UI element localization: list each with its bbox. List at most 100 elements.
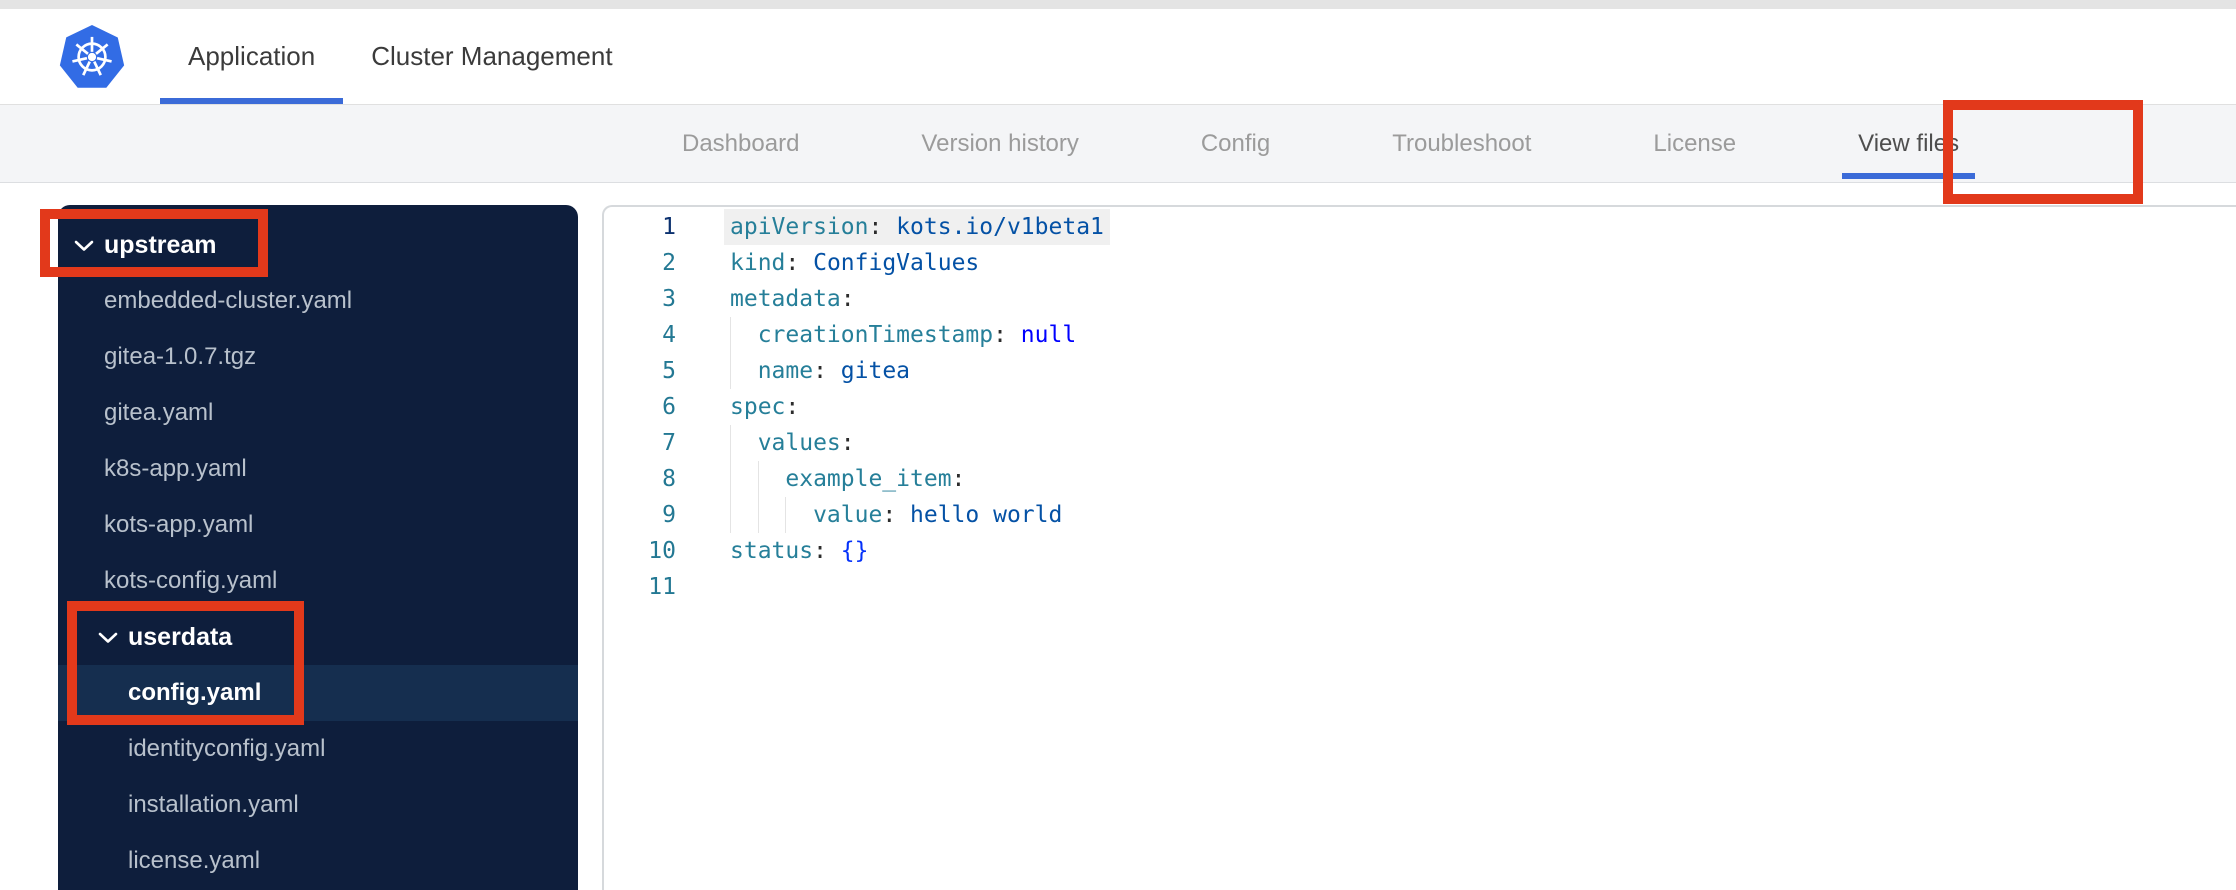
indent-guide: [730, 461, 758, 497]
file-label: embedded-cluster.yaml: [104, 287, 353, 314]
subnav-tab-version-history[interactable]: Version history: [901, 105, 1098, 182]
code-tokens: metadata:: [730, 281, 855, 317]
code-line-2[interactable]: 2 kind: ConfigValues: [604, 245, 2236, 281]
code-line-7[interactable]: 7 values:: [604, 425, 2236, 461]
subnav-tab-config[interactable]: Config: [1181, 105, 1290, 182]
line-number: 10: [648, 538, 676, 564]
file-tree-sidebar: upstream embedded-cluster.yaml gitea-1.0.7…: [58, 205, 578, 890]
code-line-10[interactable]: 10 status: {}: [604, 533, 2236, 569]
file-tree-item-userdata[interactable]: userdata: [58, 609, 578, 665]
app-tabs: Application Cluster Management: [160, 9, 641, 104]
code-line-8[interactable]: 8 example_item:: [604, 461, 2236, 497]
token-colon: :: [882, 502, 911, 528]
folder-label: upstream: [104, 230, 217, 259]
code-tokens: name: gitea: [758, 353, 910, 389]
code-tokens: kind: ConfigValues: [730, 245, 979, 281]
code-line-11[interactable]: 11: [604, 569, 2236, 605]
line-number: 9: [662, 502, 676, 528]
app-tab-application[interactable]: Application: [160, 9, 344, 104]
subnav-tab-dashboard[interactable]: Dashboard: [662, 105, 819, 182]
file-label: kots-config.yaml: [104, 567, 278, 594]
code-line-4[interactable]: 4 creationTimestamp: null: [604, 317, 2236, 353]
file-tree-item-gitea-yaml[interactable]: gitea.yaml: [58, 385, 578, 441]
subnav-tab-troubleshoot[interactable]: Troubleshoot: [1372, 105, 1551, 182]
file-tree-item-config-yaml[interactable]: config.yaml: [58, 665, 578, 721]
line-number: 8: [662, 466, 676, 492]
subnav-tab-view-files[interactable]: View files: [1838, 105, 1979, 182]
code-content: example_item:: [690, 461, 965, 497]
token-val: kots.io/v1beta1: [896, 214, 1104, 240]
subnav-tab-label: Version history: [921, 129, 1079, 157]
file-tree-item-embedded-cluster-yaml[interactable]: embedded-cluster.yaml: [58, 273, 578, 329]
code-line-1[interactable]: 1 apiVersion: kots.io/v1beta1: [604, 209, 2236, 245]
file-tree-item-gitea-1-0-7-tgz[interactable]: gitea-1.0.7.tgz: [58, 329, 578, 385]
file-tree-item-kots-config-yaml[interactable]: kots-config.yaml: [58, 553, 578, 609]
token-colon: :: [951, 466, 966, 492]
token-key: metadata: [730, 286, 841, 312]
code-content: metadata:: [690, 281, 855, 317]
code-line-6[interactable]: 6 spec:: [604, 389, 2236, 425]
code-tokens: apiVersion: kots.io/v1beta1: [724, 209, 1110, 245]
file-label: config.yaml: [128, 679, 262, 706]
code-content: kind: ConfigValues: [690, 245, 979, 281]
file-label: license.yaml: [128, 847, 261, 874]
code-line-9[interactable]: 9 value: hello world: [604, 497, 2236, 533]
line-number: 6: [662, 394, 676, 420]
line-number: 2: [662, 250, 676, 276]
token-key: name: [757, 358, 814, 384]
code-content: name: gitea: [690, 353, 910, 389]
token-key: kind: [730, 250, 786, 276]
file-label: kots-app.yaml: [104, 511, 254, 538]
app-header: Application Cluster Management: [0, 9, 2236, 105]
file-tree-item-upstream[interactable]: upstream: [58, 217, 578, 273]
code-content: values:: [690, 425, 855, 461]
code-tokens: creationTimestamp: null: [758, 317, 1077, 353]
token-key: creationTimestamp: [757, 322, 994, 348]
file-tree-item-installation-yaml[interactable]: installation.yaml: [58, 777, 578, 833]
file-tree-item-kots-app-yaml[interactable]: kots-app.yaml: [58, 497, 578, 553]
indent-guide: [730, 353, 758, 389]
code-line-3[interactable]: 3 metadata:: [604, 281, 2236, 317]
code-content: apiVersion: kots.io/v1beta1: [690, 209, 1110, 245]
subnav-tab-license[interactable]: License: [1633, 105, 1756, 182]
line-number: 1: [662, 214, 676, 240]
code-tokens: status: {}: [730, 533, 869, 569]
code-line-5[interactable]: 5 name: gitea: [604, 353, 2236, 389]
file-tree-item-k8s-app-yaml[interactable]: k8s-app.yaml: [58, 441, 578, 497]
chevron-down-icon: [98, 632, 118, 643]
line-number: 3: [662, 286, 676, 312]
token-val: gitea: [840, 358, 911, 384]
view-files-page: upstream embedded-cluster.yaml gitea-1.0.7…: [0, 183, 2236, 890]
token-key: spec: [730, 394, 786, 420]
app-subnav: Dashboard Version history Config Troublesho…: [0, 105, 2236, 183]
code-lines: 1 apiVersion: kots.io/v1beta1 2 kind: Confi…: [604, 209, 2236, 605]
code-editor[interactable]: 1 apiVersion: kots.io/v1beta1 2 kind: Confi…: [602, 205, 2236, 890]
file-label: gitea-1.0.7.tgz: [104, 343, 257, 370]
app-tab-label: Cluster Management: [371, 41, 613, 71]
subnav-tab-label: Config: [1200, 129, 1271, 157]
file-tree-item-identityconfig-yaml[interactable]: identityconfig.yaml: [58, 721, 578, 777]
subnav-tab-label: Dashboard: [682, 129, 800, 157]
token-key: apiVersion: [730, 214, 869, 240]
file-tree-item-license-yaml[interactable]: license.yaml: [58, 833, 578, 889]
token-key: values: [757, 430, 841, 456]
token-colon: :: [840, 286, 855, 312]
kubernetes-logo: [58, 9, 126, 104]
token-colon: :: [868, 214, 897, 240]
line-number: 5: [662, 358, 676, 384]
file-label: identityconfig.yaml: [128, 735, 326, 762]
app-tab-cluster-management[interactable]: Cluster Management: [343, 9, 640, 104]
file-label: gitea.yaml: [104, 399, 214, 426]
token-colon: :: [813, 358, 841, 384]
indent-guide: [730, 425, 758, 461]
code-tokens: spec:: [730, 389, 799, 425]
top-strip: [0, 0, 2236, 9]
token-colon: :: [840, 430, 855, 456]
token-colon: :: [993, 322, 1021, 348]
token-key: example_item: [785, 466, 952, 492]
code-tokens: values:: [758, 425, 855, 461]
line-number: 7: [662, 430, 676, 456]
code-content: spec:: [690, 389, 799, 425]
token-val: hello world: [910, 502, 1063, 528]
code-content: [690, 569, 730, 605]
